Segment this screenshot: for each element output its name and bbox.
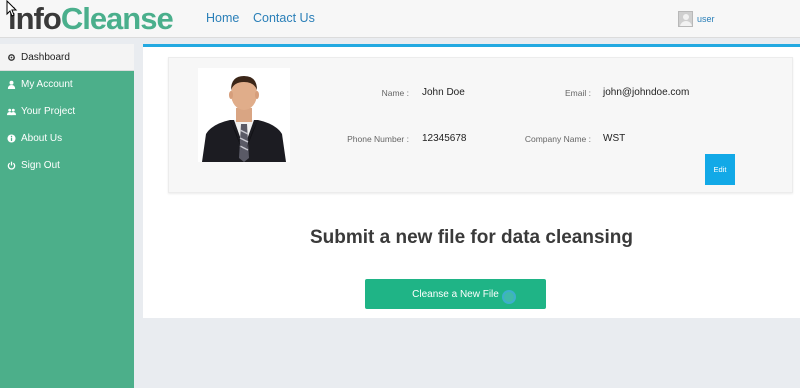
sidebar-item-label: Dashboard (21, 51, 70, 63)
submit-title: Submit a new file for data cleansing (309, 227, 634, 248)
power-icon (6, 161, 16, 171)
edit-profile-button[interactable]: Edit (705, 154, 735, 185)
infocleanse-logo[interactable]: info Cleanse (8, 1, 174, 36)
info-icon (6, 134, 16, 144)
sidebar-item-label: Sign Out (21, 160, 60, 171)
name-value: John Doe (422, 87, 465, 98)
user-icon (6, 80, 16, 90)
phone-label: Phone Number : (347, 134, 409, 144)
user-menu[interactable]: user (678, 11, 715, 27)
user-name-label: user (697, 14, 715, 24)
nav-home-link[interactable]: Home (206, 11, 239, 25)
nav-contact-link[interactable]: Contact Us (253, 11, 315, 25)
sidebar-item-your-project[interactable]: Your Project (0, 98, 134, 125)
email-label: Email : (565, 88, 591, 98)
main-content: Name : John Doe Email : john@johndoe.com… (143, 44, 800, 318)
sidebar-item-my-account[interactable]: My Account (0, 71, 134, 98)
sidebar-item-label: Your Project (21, 106, 76, 117)
profile-photo (198, 68, 290, 162)
sidebar-item-dashboard[interactable]: Dashboard (0, 44, 134, 71)
sidebar-item-label: About Us (21, 133, 63, 144)
sidebar-item-about-us[interactable]: About Us (0, 125, 134, 152)
phone-value: 12345678 (422, 133, 467, 144)
logo-text-cleanse: Cleanse (60, 1, 174, 36)
mouse-cursor-icon (6, 0, 18, 17)
company-value: WST (603, 133, 626, 144)
company-label: Company Name : (524, 134, 591, 144)
users-icon (6, 107, 16, 117)
sidebar-item-sign-out[interactable]: Sign Out (0, 152, 134, 179)
click-indicator-icon (502, 290, 516, 304)
sidebar-item-label: My Account (21, 79, 73, 90)
gear-icon (6, 52, 16, 62)
email-value: john@johndoe.com (603, 87, 690, 98)
user-avatar-icon (678, 11, 693, 27)
top-header: info Cleanse Home Contact Us user (0, 0, 800, 38)
cleanse-new-file-button[interactable]: Cleanse a New File (365, 279, 546, 309)
profile-card: Name : John Doe Email : john@johndoe.com… (168, 57, 793, 193)
name-label: Name : (381, 88, 409, 98)
sidebar: Dashboard My Account Your Project About … (0, 44, 134, 388)
